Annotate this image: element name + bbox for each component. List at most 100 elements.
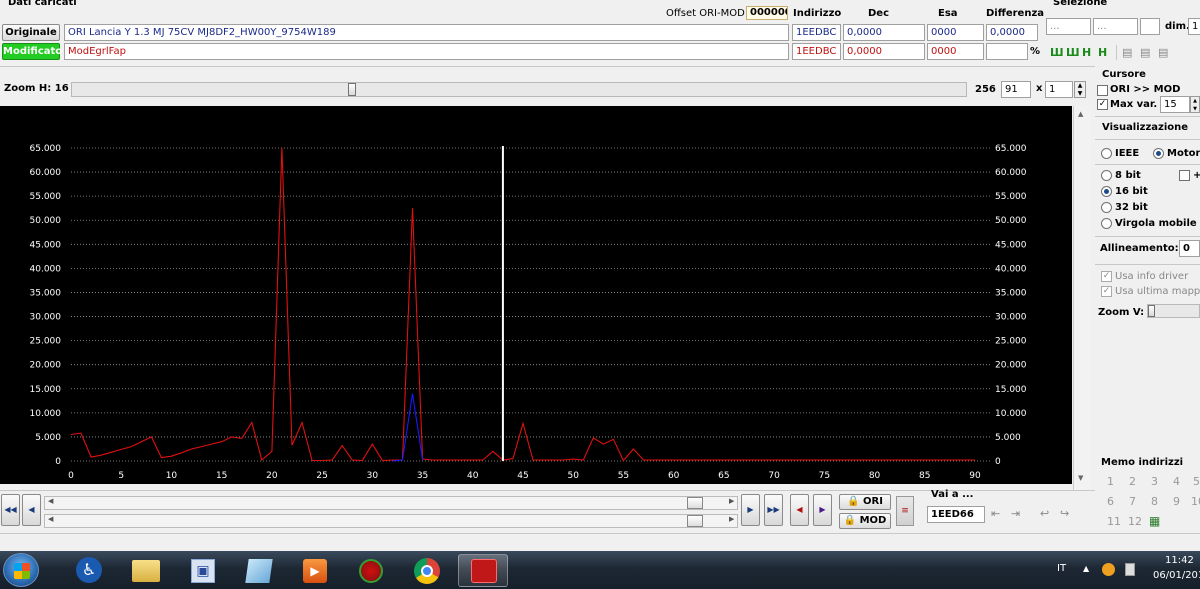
goto-address-field[interactable]: 1EED66 — [927, 506, 985, 523]
original-address[interactable]: 1EEDBC — [792, 24, 841, 41]
original-diff[interactable]: 0,0000 — [986, 24, 1038, 41]
driver-info-checkbox[interactable]: ✓ — [1101, 271, 1112, 282]
zoom-h-slider[interactable] — [71, 82, 967, 97]
memo-slot[interactable]: 4 — [1173, 475, 1180, 488]
taskbar-media[interactable]: ▣ — [178, 554, 228, 587]
first-page-button[interactable]: ◀◀ — [1, 494, 20, 526]
clock-date[interactable]: 06/01/201 — [1153, 570, 1200, 581]
zoom-h-max-value: 256 — [975, 84, 996, 95]
y-tick-label-right: 45.000 — [995, 240, 1027, 250]
memo-slot[interactable]: 3 — [1151, 475, 1158, 488]
next-page-button[interactable]: ▶ — [741, 494, 760, 526]
taskbar-accessibility[interactable]: ♿ — [64, 554, 114, 587]
dim-field[interactable]: 1 — [1188, 18, 1200, 35]
modified-diff[interactable] — [986, 43, 1028, 60]
memo-add-icon[interactable]: ▦ — [1149, 514, 1160, 528]
memo-slot[interactable]: 10 — [1191, 495, 1200, 508]
max-var-checkbox[interactable]: ✓ — [1097, 99, 1108, 110]
windows-taskbar: ♿ ▣ ▶ IT ▲ 11:42 06/01/201 — [0, 551, 1200, 589]
bit8-radio[interactable] — [1101, 170, 1112, 181]
taskbar-player[interactable]: ▶ — [290, 554, 340, 587]
tray-app-icon[interactable] — [1102, 563, 1115, 576]
value-chart[interactable]: 0 05.000 5.00010.000 10.00015.000 15.00020.0… — [0, 106, 1072, 484]
memo-title: Memo indirizzi — [1101, 457, 1184, 468]
float-label: Virgola mobile — [1115, 218, 1197, 229]
zoom-v-slider[interactable] — [1147, 304, 1200, 318]
zoom-h-slider-thumb[interactable] — [348, 83, 356, 96]
original-hex[interactable]: 0000 — [927, 24, 984, 41]
selection-extra-field[interactable] — [1140, 18, 1160, 35]
bit16-radio[interactable] — [1101, 186, 1112, 197]
modified-address[interactable]: 1EEDBC — [792, 43, 841, 60]
float-radio[interactable] — [1101, 218, 1112, 229]
bit32-radio[interactable] — [1101, 202, 1112, 213]
scroll-up-icon[interactable]: ▲ — [1078, 110, 1083, 118]
memo-slot[interactable]: 2 — [1129, 475, 1136, 488]
original-dec[interactable]: 0,0000 — [843, 24, 925, 41]
motorola-radio[interactable] — [1153, 148, 1164, 159]
prev-diff-button[interactable]: ◀ — [790, 494, 809, 526]
copy-mod-icon[interactable]: Ш — [1066, 46, 1080, 59]
copy-ori-icon[interactable]: Ш — [1050, 46, 1064, 59]
memo-slot[interactable]: 12 — [1128, 515, 1142, 528]
selection-end-field[interactable]: ... — [1093, 18, 1138, 35]
ori-lock-button[interactable]: 🔒 ORI — [839, 494, 891, 510]
selection-start-field[interactable]: ... — [1046, 18, 1091, 35]
ieee-radio[interactable] — [1101, 148, 1112, 159]
goto-label: Vai a ... — [931, 489, 974, 500]
memo-slot[interactable]: 11 — [1107, 515, 1121, 528]
ori-horizontal-scrollbar[interactable]: ◀ ▶ — [44, 496, 738, 510]
taskbar-notes[interactable] — [234, 554, 284, 587]
memo-slot[interactable]: 8 — [1151, 495, 1158, 508]
scroll-down-icon[interactable]: ▼ — [1078, 474, 1083, 482]
chart-area[interactable]: 0 0 5.000 5.000 10.000 10.000 15.000 15.000 20.0… — [0, 106, 1072, 484]
start-button[interactable] — [3, 553, 39, 587]
memo-slot[interactable]: 9 — [1173, 495, 1180, 508]
modified-hex[interactable]: 0000 — [927, 43, 984, 60]
prev-page-button[interactable]: ◀ — [22, 494, 41, 526]
zoom-spinner[interactable]: ▲ ▼ — [1074, 81, 1086, 98]
chart-vertical-scrollbar[interactable]: ▲ ▼ — [1073, 106, 1091, 490]
zoom-v-slider-thumb[interactable] — [1148, 305, 1155, 317]
taskbar-chrome[interactable] — [402, 554, 452, 587]
plus-checkbox[interactable] — [1179, 170, 1190, 181]
goto-next-icon[interactable]: ⇥ — [1011, 507, 1020, 520]
memo-slot[interactable]: 5 — [1193, 475, 1200, 488]
goto-forward-icon[interactable]: ↪ — [1060, 507, 1069, 520]
taskbar-fiat[interactable] — [346, 554, 396, 587]
memo-slot[interactable]: 1 — [1107, 475, 1114, 488]
clock-time[interactable]: 11:42 — [1165, 555, 1194, 566]
mod-lock-button[interactable]: 🔒 MOD — [839, 513, 891, 529]
zoom-field-1[interactable]: 91 — [1001, 81, 1031, 98]
ori-mod-checkbox[interactable] — [1097, 85, 1108, 96]
modified-dec[interactable]: 0,0000 — [843, 43, 925, 60]
flag-icon[interactable]: ≡ — [896, 496, 914, 526]
alignment-field[interactable]: 0 — [1179, 240, 1200, 257]
goto-back-icon[interactable]: ↩ — [1040, 507, 1049, 520]
last-map-checkbox[interactable]: ✓ — [1101, 286, 1112, 297]
mod-horizontal-scrollbar[interactable]: ◀ ▶ — [44, 514, 738, 528]
language-indicator[interactable]: IT — [1057, 563, 1066, 574]
memo-slot[interactable]: 6 — [1107, 495, 1114, 508]
paste-ori-icon[interactable]: Н — [1082, 46, 1096, 59]
modified-button[interactable]: Modificato — [2, 43, 62, 60]
original-button[interactable]: Originale — [2, 24, 60, 41]
tray-device-icon[interactable] — [1125, 563, 1135, 576]
taskbar-explorer[interactable] — [122, 554, 172, 587]
max-var-field[interactable]: 15 — [1160, 96, 1190, 113]
paste-mod-icon[interactable]: Н — [1098, 46, 1112, 59]
next-diff-button[interactable]: ▶ — [813, 494, 832, 526]
memo-slot[interactable]: 7 — [1129, 495, 1136, 508]
last-page-button[interactable]: ▶▶ — [764, 494, 783, 526]
max-var-spinner[interactable]: ▲ ▼ — [1190, 96, 1200, 113]
bit8-label: 8 bit — [1115, 170, 1141, 181]
y-tick-label-left: 45.000 — [30, 240, 62, 250]
x-tick-label: 90 — [969, 471, 981, 481]
taskbar-ecu-app[interactable] — [458, 554, 508, 587]
ori-scroll-thumb[interactable] — [687, 497, 703, 509]
col-header-hex: Esa — [938, 8, 958, 19]
mod-scroll-thumb[interactable] — [687, 515, 703, 527]
goto-prev-icon[interactable]: ⇤ — [991, 507, 1000, 520]
zoom-field-2[interactable]: 1 — [1045, 81, 1073, 98]
tray-expand-icon[interactable]: ▲ — [1083, 564, 1089, 573]
